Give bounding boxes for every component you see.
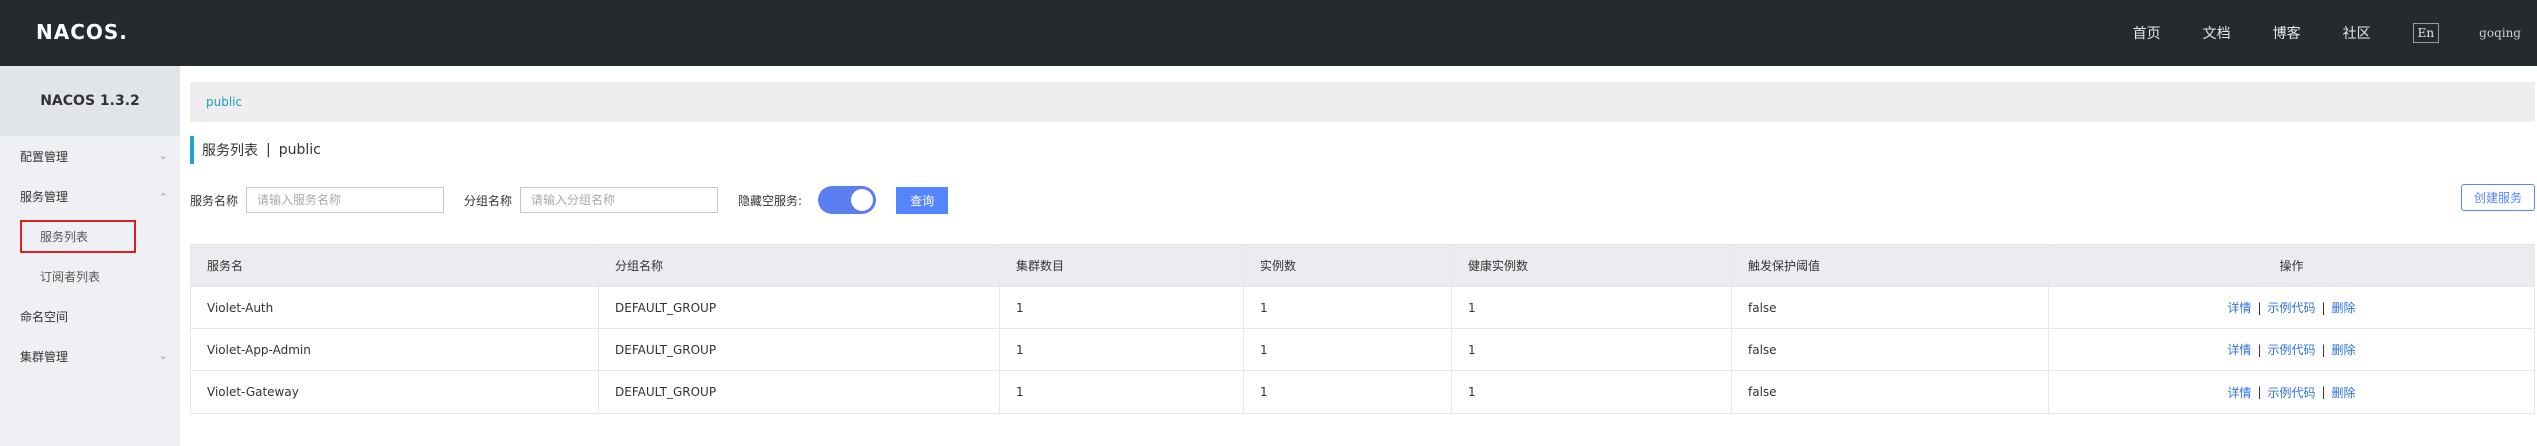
column-header: 集群数目 [1000, 245, 1244, 286]
query-button[interactable]: 查询 [896, 186, 949, 214]
column-header: 健康实例数 [1452, 245, 1732, 286]
sample-code-link[interactable]: 示例代码 [2267, 341, 2315, 358]
service-name-cell: Violet-Auth [191, 287, 599, 328]
actions-cell: 详情 | 示例代码 | 删除 [2049, 287, 2534, 328]
sidebar-item-label: 命名空间 [20, 309, 69, 324]
sidebar-title: NACOS 1.3.2 [0, 66, 180, 136]
hide-empty-label: 隐藏空服务: [738, 193, 803, 208]
group-name-input[interactable] [520, 187, 719, 213]
filter-bar: 服务名称 分组名称 隐藏空服务: 查询 [190, 184, 949, 216]
nav-community[interactable]: 社区 [2343, 23, 2371, 43]
nacos-logo[interactable]: NACOS. [36, 20, 128, 44]
sidebar-item-label: 订阅者列表 [40, 269, 101, 284]
sidebar-item-subscriber-list[interactable]: 订阅者列表 [0, 256, 180, 296]
group-cell: DEFAULT_GROUP [599, 287, 1000, 328]
page-title-text: 服务列表 [202, 143, 258, 159]
sidebar-item-namespace[interactable]: 命名空间 [0, 296, 180, 336]
service-name-label: 服务名称 [190, 193, 239, 208]
column-header: 服务名 [191, 245, 599, 286]
username[interactable]: goqing [2479, 26, 2521, 40]
nav-blog[interactable]: 博客 [2273, 23, 2301, 43]
nav-home[interactable]: 首页 [2133, 23, 2161, 43]
nav-docs[interactable]: 文档 [2203, 23, 2231, 43]
column-header: 触发保护阈值 [1732, 245, 2049, 286]
top-nav: 首页 文档 博客 社区 En goqing [2091, 0, 2521, 66]
breadcrumb: public [190, 82, 2535, 122]
chevron-down-icon: ⌄ [158, 149, 168, 162]
sidebar-item-service-list[interactable]: 服务列表 [0, 216, 180, 256]
create-service-button[interactable]: 创建服务 [2460, 184, 2535, 211]
table-row: Violet-Gateway DEFAULT_GROUP 1 1 1 false… [191, 371, 2534, 413]
chevron-up-icon: ⌃ [158, 191, 168, 204]
actions-cell: 详情 | 示例代码 | 删除 [2049, 371, 2534, 413]
sidebar-item-config-management[interactable]: 配置管理 ⌄ [0, 136, 180, 176]
sidebar-item-label: 集群管理 [20, 349, 69, 364]
action-separator: | [2321, 342, 2326, 357]
threshold-cell: false [1732, 371, 2049, 413]
threshold-cell: false [1732, 329, 2049, 370]
service-name-cell: Violet-App-Admin [191, 329, 599, 370]
delete-link[interactable]: 删除 [2332, 384, 2356, 401]
sidebar-item-cluster-management[interactable]: 集群管理 ⌄ [0, 336, 180, 376]
table-row: Violet-App-Admin DEFAULT_GROUP 1 1 1 fal… [191, 329, 2534, 371]
group-name-label: 分组名称 [464, 193, 513, 208]
sample-code-link[interactable]: 示例代码 [2267, 299, 2315, 316]
action-separator: | [2321, 300, 2326, 315]
page-title: 服务列表 | public [190, 136, 321, 164]
group-cell: DEFAULT_GROUP [599, 329, 1000, 370]
sidebar-item-service-management[interactable]: 服务管理 ⌃ [0, 176, 180, 216]
action-separator: | [2321, 385, 2326, 399]
delete-link[interactable]: 删除 [2332, 341, 2356, 358]
language-toggle[interactable]: En [2412, 23, 2440, 43]
column-header: 操作 [2279, 259, 2304, 273]
main-content: public 服务列表 | public 服务名称 分组名称 隐藏空服务: 查询… [188, 66, 2537, 446]
actions-cell: 详情 | 示例代码 | 删除 [2049, 329, 2534, 370]
detail-link[interactable]: 详情 [2227, 299, 2251, 316]
sample-code-link[interactable]: 示例代码 [2267, 384, 2315, 401]
page-title-separator: | [266, 142, 271, 158]
detail-link[interactable]: 详情 [2227, 341, 2251, 358]
delete-link[interactable]: 删除 [2332, 299, 2356, 316]
service-name-cell: Violet-Gateway [191, 371, 599, 413]
table-row: Violet-Auth DEFAULT_GROUP 1 1 1 false 详情… [191, 287, 2534, 329]
sidebar: NACOS 1.3.2 配置管理 ⌄ 服务管理 ⌃ 服务列表 订阅者列表 命名空… [0, 66, 180, 446]
instance-count-cell: 1 [1244, 287, 1452, 328]
healthy-count-cell: 1 [1452, 329, 1732, 370]
hide-empty-toggle[interactable] [818, 186, 877, 214]
action-separator: | [2257, 385, 2262, 399]
breadcrumb-namespace[interactable]: public [206, 95, 242, 109]
sidebar-item-label: 配置管理 [20, 149, 69, 164]
healthy-count-cell: 1 [1452, 287, 1732, 328]
cluster-count-cell: 1 [1000, 287, 1244, 328]
cluster-count-cell: 1 [1000, 371, 1244, 413]
healthy-count-cell: 1 [1452, 371, 1732, 413]
column-header: 实例数 [1244, 245, 1452, 286]
top-header: NACOS. 首页 文档 博客 社区 En goqing [0, 0, 2537, 66]
cluster-count-cell: 1 [1000, 329, 1244, 370]
group-cell: DEFAULT_GROUP [599, 371, 1000, 413]
page-title-namespace: public [278, 142, 321, 158]
instance-count-cell: 1 [1244, 329, 1452, 370]
table-header-row: 服务名 分组名称 集群数目 实例数 健康实例数 触发保护阈值 操作 [191, 245, 2534, 287]
sidebar-item-label: 服务管理 [20, 189, 69, 204]
threshold-cell: false [1732, 287, 2049, 328]
sidebar-item-label: 服务列表 [20, 219, 137, 253]
toggle-knob [851, 189, 874, 211]
action-separator: | [2257, 300, 2262, 315]
service-table: 服务名 分组名称 集群数目 实例数 健康实例数 触发保护阈值 操作 Violet… [190, 244, 2535, 414]
action-separator: | [2257, 342, 2262, 357]
instance-count-cell: 1 [1244, 371, 1452, 413]
service-name-input[interactable] [246, 187, 445, 213]
detail-link[interactable]: 详情 [2227, 384, 2251, 401]
column-header: 分组名称 [599, 245, 1000, 286]
chevron-down-icon: ⌄ [158, 349, 168, 362]
